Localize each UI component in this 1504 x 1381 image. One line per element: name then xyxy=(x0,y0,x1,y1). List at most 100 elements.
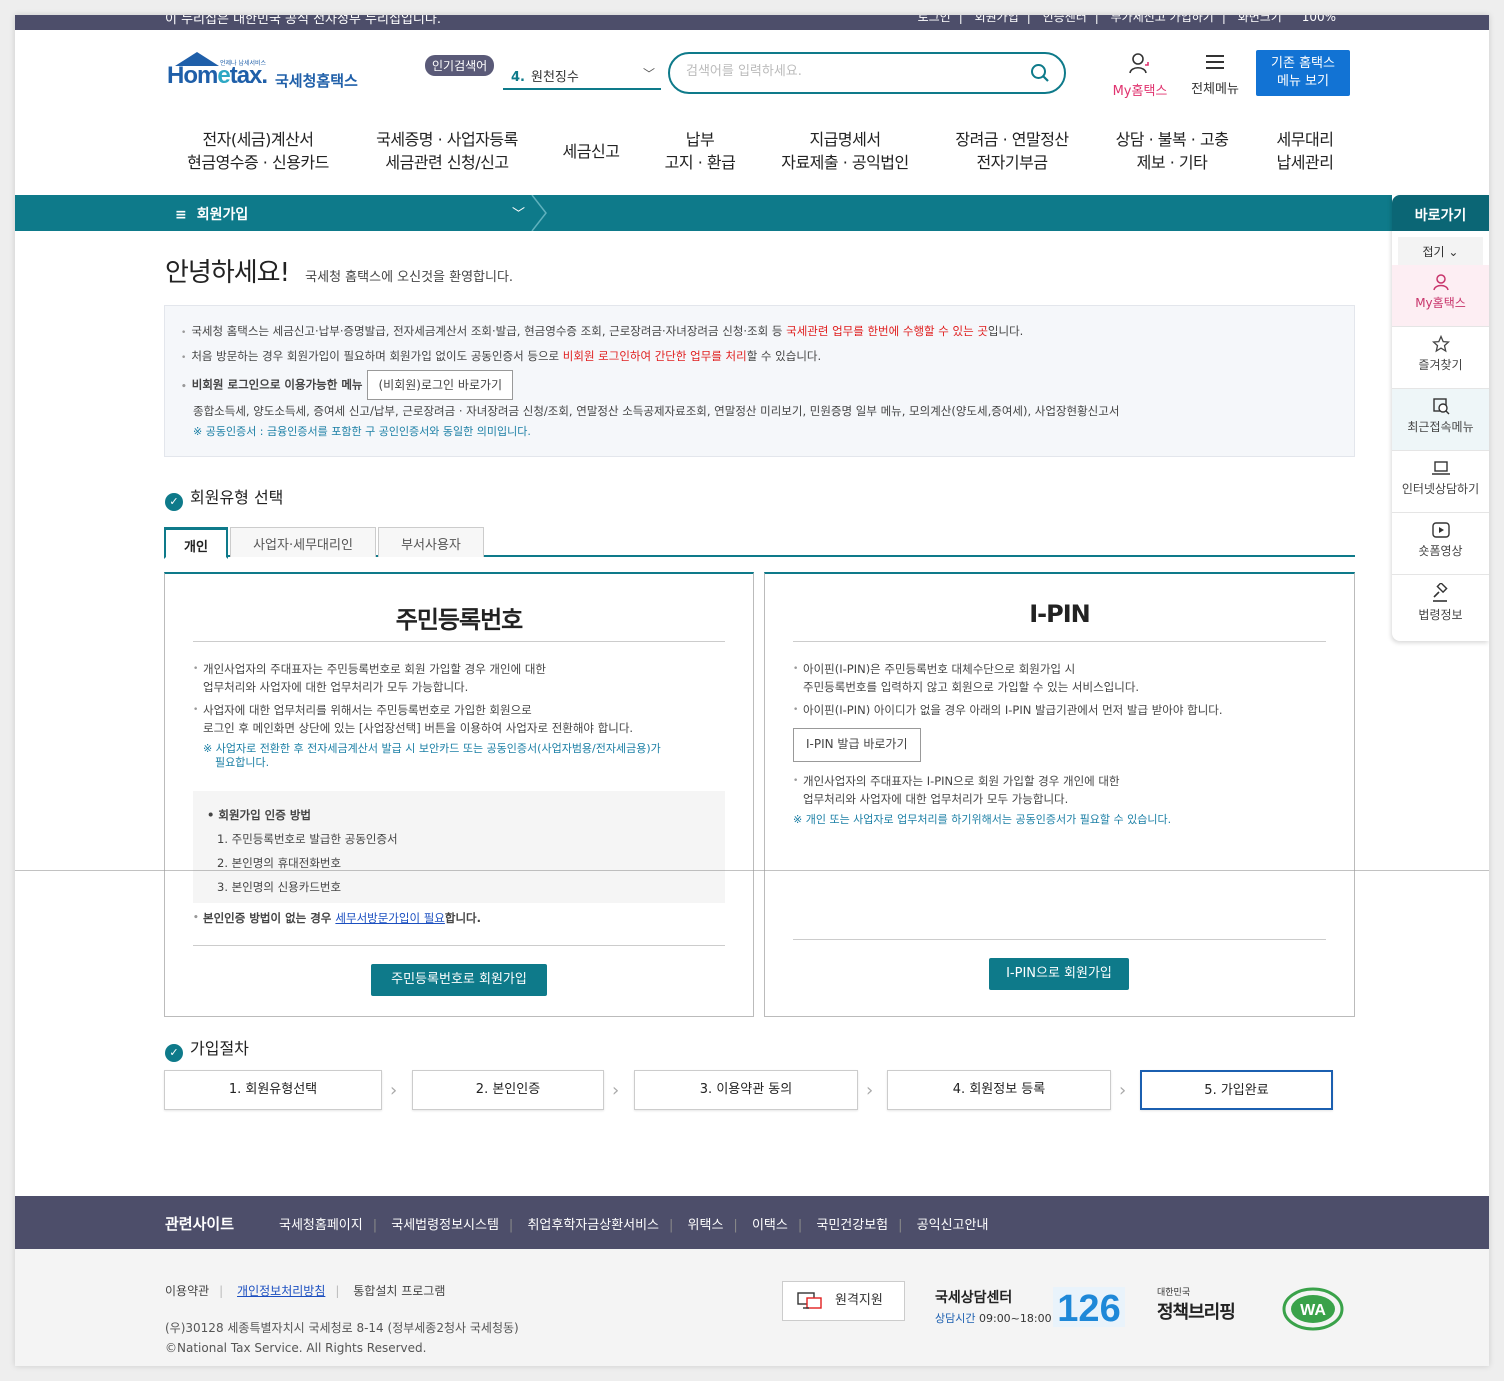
popular-rank: 4. xyxy=(511,70,525,85)
nav-e-invoice[interactable]: 전자(세금)계산서 현금영수증 · 신용카드 xyxy=(183,128,333,174)
notice-line-1: 국세청 홈택스는 세금신고·납부·증명발급, 전자세금계산서 조회·발급, 현금… xyxy=(181,320,1338,345)
ipin-description: 아이핀(I-PIN)은 주민등록번호 대체수단으로 회원가입 시주민등록번호를 … xyxy=(793,660,1326,827)
nav-payment[interactable]: 납부 고지 · 환급 xyxy=(659,128,741,174)
chevron-right-icon: › xyxy=(390,1080,398,1101)
related-link-nts[interactable]: 국세청홈페이지 xyxy=(279,1218,363,1233)
quick-menu: 바로가기 접기 ⌄ My홈택스 즐겨찾기 최근접속메뉴 인터넷상담하기 숏폼영상… xyxy=(1392,195,1489,641)
join-steps: 1. 회원유형선택 › 2. 본인인증 › 3. 이용약관 동의 › 4. 회원… xyxy=(15,1070,1489,1110)
tab-individual[interactable]: 개인 xyxy=(164,527,228,559)
quick-my-hometax[interactable]: My홈택스 xyxy=(1392,265,1489,327)
related-link-nhis[interactable]: 국민건강보험 xyxy=(816,1218,888,1233)
privacy-link[interactable]: 개인정보처리방침 xyxy=(237,1284,325,1298)
related-links: 국세청홈페이지 | 국세법령정보시스템 | 취업후학자금상환서비스 | 위택스 | 이택… xyxy=(279,1218,989,1233)
step-3: 3. 이용약관 동의 xyxy=(634,1070,858,1110)
auth-title: • 회원가입 인증 방법 xyxy=(207,808,312,822)
header: 언제나 납세서비스 Hometax. 국세청홈택스 인기검색어 4. 원천징수 ﹀… xyxy=(15,30,1489,110)
hometax-logo[interactable]: 언제나 납세서비스 Hometax. 국세청홈택스 xyxy=(165,52,365,102)
rrn-title: 주민등록번호 xyxy=(395,606,523,634)
related-link-wetax[interactable]: 위택스 xyxy=(688,1218,724,1233)
member-type-title: ✓ 회원유형 선택 xyxy=(165,484,283,511)
play-icon xyxy=(1431,522,1450,538)
util-vat-link[interactable]: 부가세신고 가입하기 xyxy=(1111,15,1214,24)
page-title: 안녕하세요! xyxy=(165,258,290,288)
welcome-subtitle: 국세청 홈택스에 오신것을 환영합니다. xyxy=(305,270,514,285)
welcome-heading: 안녕하세요! 국세청 홈택스에 오신것을 환영합니다. xyxy=(165,252,513,289)
nav-statements[interactable]: 지급명세서 자료제출 · 공익법인 xyxy=(777,128,913,174)
nonmember-login-button[interactable]: (비회원)로그인 바로가기 xyxy=(367,370,514,400)
step-5: 5. 가입완료 xyxy=(1140,1070,1333,1110)
popular-search-badge: 인기검색어 xyxy=(425,55,495,76)
remote-support-button[interactable]: 원격지원 xyxy=(782,1281,905,1321)
related-title: 관련사이트 xyxy=(165,1215,235,1233)
quick-recent-menu[interactable]: 최근접속메뉴 xyxy=(1392,389,1489,451)
tab-department[interactable]: 부서사용자 xyxy=(378,527,484,557)
check-circle-icon: ✓ xyxy=(165,493,183,511)
tax-office-join-link[interactable]: 세무서방문가입이 필요 xyxy=(335,911,444,925)
page: 이 누리집은 대한민국 공식 전자정부 누리집입니다. 로그인 | 회원가입 | 인… xyxy=(15,15,1489,1366)
nav-certificate[interactable]: 국세증명 · 사업자등록 세금관련 신청/신고 xyxy=(372,128,522,174)
terms-link[interactable]: 이용약관 xyxy=(165,1284,209,1298)
menu-icon: ≡ xyxy=(175,207,187,223)
rrn-join-button[interactable]: 주민등록번호로 회원가입 xyxy=(371,964,547,996)
all-menu-button[interactable]: 전체메뉴 xyxy=(1185,52,1245,97)
chevron-right-icon: › xyxy=(866,1080,874,1101)
footer-address: (우)30128 세종특별자치시 국세청로 8-14 (정부세종2청사 국세청동… xyxy=(165,1321,519,1355)
notice-menu-list: 종합소득세, 양도소득세, 증여세 신고/납부, 근로장려금 · 자녀장려금 신… xyxy=(193,404,1120,418)
policy-briefing-logo[interactable]: 대한민국 정책브리핑 xyxy=(1157,1285,1236,1324)
logo-wordmark: Hometax. xyxy=(167,62,268,89)
notice-cert-note: ※ 공동인증서 : 금융인증서를 포함한 구 공인인증서와 동일한 의미입니다. xyxy=(193,425,531,438)
gov-notice: 이 누리집은 대한민국 공식 전자정부 누리집입니다. xyxy=(165,15,441,27)
search-icon[interactable] xyxy=(1030,63,1050,83)
search-input[interactable] xyxy=(686,64,1006,79)
util-join-link[interactable]: 회원가입 xyxy=(975,15,1019,24)
quick-online-counsel[interactable]: 인터넷상담하기 xyxy=(1392,451,1489,513)
location-menu[interactable]: ≡ 회원가입 xyxy=(175,204,248,224)
notice-line-2: 처음 방문하는 경우 회원가입이 필요하며 회원가입 없이도 공동인증서 등으로… xyxy=(181,345,1338,370)
rrn-auth-methods: • 회원가입 인증 방법 1. 주민등록번호로 발급한 공동인증서 2. 본인명… xyxy=(193,791,725,903)
nav-incentive[interactable]: 장려금 · 연말정산 전자기부금 xyxy=(950,128,1074,174)
main-nav: 전자(세금)계산서 현금영수증 · 신용카드 국세증명 · 사업자등록 세금관련 신… xyxy=(15,110,1489,194)
nav-tax-return[interactable]: 세금신고 xyxy=(560,140,622,163)
gavel-icon xyxy=(1432,583,1448,602)
counsel-center: 국세상담센터 상담시간 09:00~18:00 xyxy=(935,1290,1052,1325)
related-link-etax[interactable]: 이택스 xyxy=(752,1218,788,1233)
old-menu-button[interactable]: 기존 홈택스 메뉴 보기 xyxy=(1256,50,1350,96)
divider xyxy=(793,939,1326,940)
location-bar: ≡ 회원가입 ﹀ xyxy=(15,195,1489,231)
quick-favorites[interactable]: 즐겨찾기 xyxy=(1392,327,1489,389)
breadcrumb-arrow-icon xyxy=(531,195,547,231)
step-2: 2. 본인인증 xyxy=(412,1070,604,1110)
nav-tax-agent[interactable]: 세무대리 납세관리 xyxy=(1267,128,1343,174)
tab-business[interactable]: 사업자·세무대리인 xyxy=(230,527,376,557)
quick-fold-button[interactable]: 접기 ⌄ xyxy=(1398,237,1483,265)
divider xyxy=(793,641,1326,642)
install-program-link[interactable]: 통합설치 프로그램 xyxy=(353,1284,445,1298)
quick-law-info[interactable]: 법령정보 xyxy=(1392,575,1489,637)
check-circle-icon: ✓ xyxy=(165,1044,183,1062)
remote-support-icon xyxy=(797,1292,822,1309)
zoom-value: 100% xyxy=(1301,15,1336,24)
related-link-whistle[interactable]: 공익신고안내 xyxy=(917,1218,989,1233)
intro-notice-box: 국세청 홈택스는 세금신고·납부·증명발급, 전자세금계산서 조회·발급, 현금… xyxy=(164,305,1355,457)
divider xyxy=(15,870,1489,871)
auth-method-2: 2. 본인명의 휴대전화번호 xyxy=(217,856,342,870)
svg-text:WA: WA xyxy=(1300,1302,1326,1319)
member-type-tabs: 개인 사업자·세무대리인 부서사용자 xyxy=(164,527,1355,559)
ipin-issue-button[interactable]: I-PIN 발급 바로가기 xyxy=(793,728,921,762)
popular-search-select[interactable]: 4. 원천징수 ﹀ xyxy=(503,60,661,90)
recent-menu-icon xyxy=(1432,398,1449,415)
user-icon xyxy=(1129,53,1149,74)
util-login-link[interactable]: 로그인 xyxy=(918,15,951,24)
chevron-down-icon[interactable]: ﹀ xyxy=(512,203,525,222)
util-bar: 이 누리집은 대한민국 공식 전자정부 누리집입니다. 로그인 | 회원가입 | 인… xyxy=(15,15,1489,30)
quick-shortform-video[interactable]: 숏폼영상 xyxy=(1392,513,1489,575)
my-hometax-button[interactable]: My홈택스 xyxy=(1108,52,1172,99)
related-link-law[interactable]: 국세법령정보시스템 xyxy=(391,1218,499,1233)
logo-korean-name: 국세청홈택스 xyxy=(275,72,358,90)
related-link-student-loan[interactable]: 취업후학자금상환서비스 xyxy=(527,1218,659,1233)
util-cert-link[interactable]: 인증센터 xyxy=(1043,15,1087,24)
ipin-join-button[interactable]: I-PIN으로 회원가입 xyxy=(989,958,1129,990)
call-126-logo: 126 xyxy=(1053,1287,1125,1327)
nav-counsel[interactable]: 상담 · 불복 · 고충 제보 · 기타 xyxy=(1110,128,1234,174)
my-hometax-label: My홈택스 xyxy=(1112,84,1168,99)
